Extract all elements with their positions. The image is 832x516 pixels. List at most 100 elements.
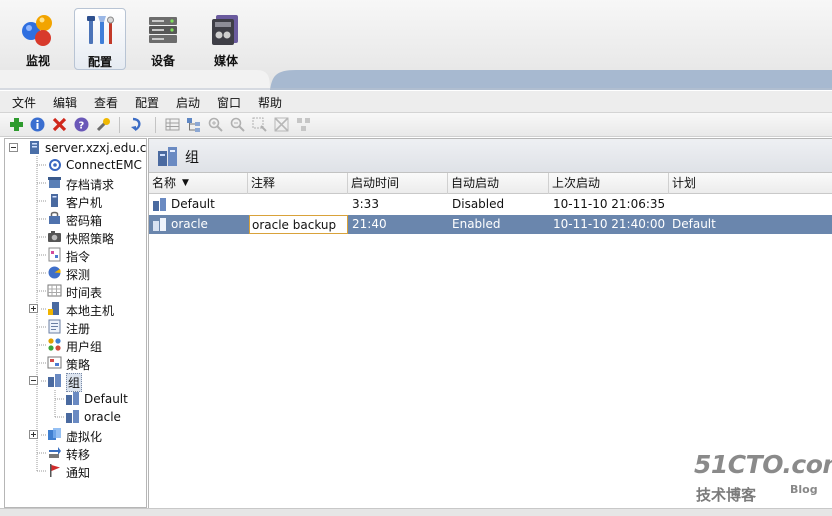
help-icon[interactable]: ? bbox=[73, 116, 90, 133]
sort-descending-icon: ▼ bbox=[182, 178, 189, 188]
tree-item-schedules[interactable]: 时间表 bbox=[47, 282, 146, 300]
tree-item-label: 通知 bbox=[66, 466, 91, 480]
navigation-band: 监视 配置 设备 媒体 bbox=[0, 0, 832, 90]
column-header-name[interactable]: 名称 ▼ bbox=[149, 173, 248, 194]
watermark-blog: Blog bbox=[790, 483, 818, 496]
info-icon[interactable] bbox=[29, 116, 46, 133]
nav-media-button[interactable]: 媒体 bbox=[200, 8, 252, 70]
menu-configure[interactable]: 配置 bbox=[135, 94, 159, 111]
archive-icon bbox=[48, 177, 61, 188]
group-icon bbox=[153, 218, 166, 231]
delete-icon[interactable] bbox=[51, 116, 68, 133]
configure-tools-icon bbox=[87, 16, 114, 44]
menu-file[interactable]: 文件 bbox=[12, 94, 36, 111]
wrench-icon[interactable] bbox=[95, 116, 112, 133]
nav-label: 配置 bbox=[87, 55, 112, 69]
layout-icon[interactable] bbox=[295, 116, 312, 133]
column-header-autostart[interactable]: 自动启动 bbox=[448, 173, 549, 194]
column-header-last-start[interactable]: 上次启动 bbox=[549, 173, 669, 194]
tree-expand-toggle[interactable] bbox=[29, 430, 38, 439]
tree-item-registration[interactable]: 注册 bbox=[47, 318, 146, 336]
column-header-start-time[interactable]: 启动时间 bbox=[348, 173, 448, 194]
tree-item-label: 指令 bbox=[66, 250, 91, 264]
flag-icon bbox=[50, 464, 60, 477]
tree-item-label: 虚拟化 bbox=[66, 430, 103, 444]
nav-label: 设备 bbox=[150, 54, 175, 68]
host-icon bbox=[48, 302, 59, 315]
group-icon bbox=[153, 198, 166, 211]
tree-item-local-host[interactable]: 本地主机 bbox=[47, 300, 146, 318]
column-header-schedule[interactable]: 计划 bbox=[669, 173, 832, 194]
tree-item-connectemc[interactable]: ConnectEMC bbox=[47, 156, 146, 174]
server-icon bbox=[30, 141, 39, 154]
table-header: 名称 ▼ 注释 启动时间 自动启动 上次启动 计划 bbox=[149, 173, 832, 194]
tree-item-label: 存档请求 bbox=[66, 178, 115, 192]
nav-monitor-button[interactable]: 监视 bbox=[12, 8, 64, 70]
tree-collapse-toggle[interactable] bbox=[29, 376, 38, 385]
tree-item-migration[interactable]: 转移 bbox=[47, 444, 146, 462]
nav-configure-button[interactable]: 配置 bbox=[74, 8, 126, 70]
tree-item-notifications[interactable]: 通知 bbox=[47, 462, 146, 480]
navigation-tree: server.xzxj.edu.cn ConnectEMC 存档请求 客户机 密… bbox=[4, 138, 147, 508]
cell-schedule: Default bbox=[672, 217, 716, 231]
column-header-label: 名称 bbox=[152, 176, 177, 190]
svg-text:?: ? bbox=[79, 121, 85, 132]
tree-item-archive-requests[interactable]: 存档请求 bbox=[47, 174, 146, 192]
client-icon bbox=[51, 194, 58, 207]
tree-item-label: Default bbox=[84, 392, 128, 406]
refresh-icon[interactable] bbox=[128, 116, 145, 133]
column-header-label: 注释 bbox=[251, 176, 276, 190]
cell-autostart: Disabled bbox=[452, 197, 505, 211]
zoom-select-icon[interactable] bbox=[251, 116, 268, 133]
menu-edit[interactable]: 编辑 bbox=[53, 94, 77, 111]
tree-item-label: 探测 bbox=[66, 268, 91, 282]
tree-item-clients[interactable]: 客户机 bbox=[47, 192, 146, 210]
connect-icon bbox=[49, 159, 61, 171]
tree-collapse-toggle[interactable] bbox=[9, 143, 18, 152]
tree-item-group-oracle[interactable]: oracle bbox=[65, 408, 146, 426]
tree-expand-toggle[interactable] bbox=[29, 304, 38, 313]
add-icon[interactable] bbox=[8, 116, 25, 133]
tree-root[interactable]: server.xzxj.edu.cn bbox=[21, 139, 146, 157]
fit-icon[interactable] bbox=[273, 116, 290, 133]
menu-help[interactable]: 帮助 bbox=[258, 94, 282, 111]
zoom-out-icon[interactable] bbox=[229, 116, 246, 133]
menu-start[interactable]: 启动 bbox=[176, 94, 200, 111]
tree-item-label: 转移 bbox=[66, 448, 91, 462]
tree-item-groups[interactable]: 组 bbox=[47, 372, 146, 392]
tree-item-probes[interactable]: 探测 bbox=[47, 264, 146, 282]
tree-item-label: 客户机 bbox=[66, 196, 103, 210]
column-header-label: 上次启动 bbox=[552, 176, 601, 190]
content-header: 组 bbox=[149, 139, 832, 173]
list-view-icon[interactable] bbox=[164, 116, 181, 133]
tree-item-label: 注册 bbox=[66, 322, 91, 336]
column-header-label: 计划 bbox=[672, 176, 697, 190]
tree-item-user-groups[interactable]: 用户组 bbox=[47, 336, 146, 354]
nav-devices-button[interactable]: 设备 bbox=[137, 8, 189, 70]
cell-comment[interactable]: oracle backup bbox=[249, 215, 348, 234]
tree-item-label: 策略 bbox=[66, 358, 91, 372]
probe-icon bbox=[48, 266, 61, 279]
nav-label: 监视 bbox=[25, 54, 50, 68]
cell-autostart: Enabled bbox=[452, 217, 501, 231]
cell-name: oracle bbox=[171, 217, 208, 231]
tree-item-directives[interactable]: 指令 bbox=[47, 246, 146, 264]
menu-view[interactable]: 查看 bbox=[94, 94, 118, 111]
menu-window[interactable]: 窗口 bbox=[217, 94, 241, 111]
cell-name: Default bbox=[171, 197, 215, 211]
cell-last-start: 10-11-10 21:40:00 bbox=[553, 217, 666, 231]
tree-item-lockbox[interactable]: 密码箱 bbox=[47, 210, 146, 228]
tree-item-group-default[interactable]: Default bbox=[65, 390, 146, 408]
column-header-label: 启动时间 bbox=[351, 176, 400, 190]
zoom-in-icon[interactable] bbox=[207, 116, 224, 133]
tree-view-icon[interactable] bbox=[185, 116, 202, 133]
watermark-logo-text: 51CTO.com bbox=[694, 450, 832, 479]
table-row-selected[interactable]: oracle oracle backup 21:40 Enabled 10-11… bbox=[149, 215, 832, 234]
tree-item-snapshot-policies[interactable]: 快照策略 bbox=[47, 228, 146, 246]
tree-item-policies[interactable]: 策略 bbox=[47, 354, 146, 372]
column-header-comment[interactable]: 注释 bbox=[248, 173, 348, 194]
column-header-label: 自动启动 bbox=[451, 176, 500, 190]
table-row[interactable]: Default 3:33 Disabled 10-11-10 21:06:35 bbox=[149, 195, 832, 214]
tree-item-virtualization[interactable]: 虚拟化 bbox=[47, 426, 146, 444]
user-group-icon bbox=[48, 338, 61, 351]
